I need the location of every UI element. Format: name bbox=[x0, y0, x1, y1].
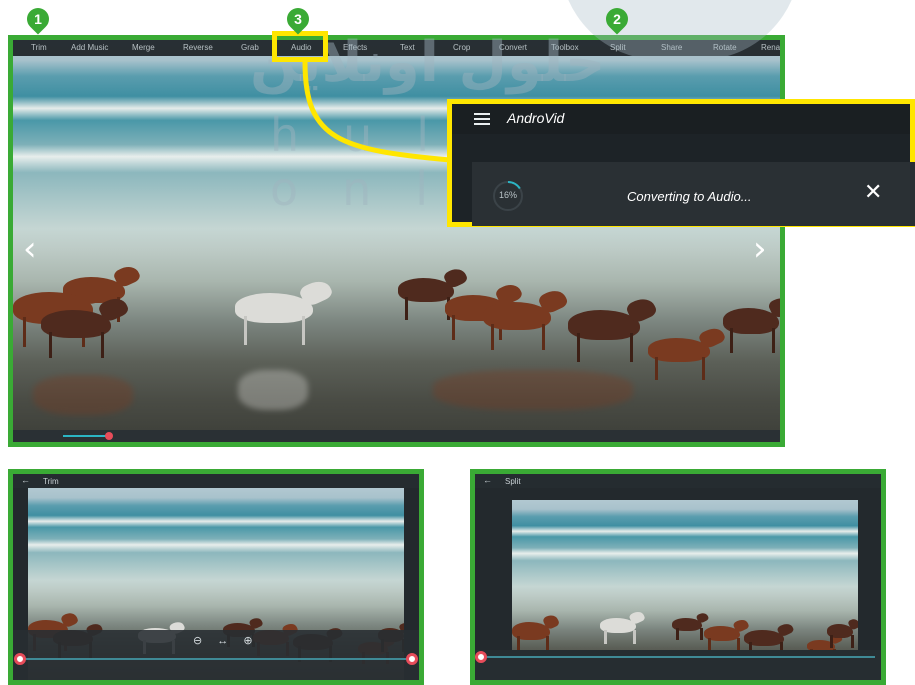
progress-percent: 16% bbox=[498, 190, 517, 200]
close-icon[interactable]: ✕ bbox=[864, 182, 882, 204]
tool-toolbar: Trim Add Music Merge Reverse Grab Audio … bbox=[13, 40, 780, 56]
trim-start-handle[interactable] bbox=[14, 653, 26, 665]
step-badge-2: 2 bbox=[601, 3, 633, 35]
split-screenshot: ← Split bbox=[470, 469, 886, 685]
split-controls bbox=[475, 650, 881, 680]
trim-title: Trim bbox=[43, 477, 59, 486]
tool-crop[interactable]: Crop bbox=[453, 43, 470, 52]
audio-highlight-box bbox=[272, 31, 328, 62]
back-arrow-icon[interactable]: ← bbox=[483, 475, 492, 485]
progress-fill bbox=[63, 435, 107, 437]
split-timeline[interactable] bbox=[475, 656, 875, 658]
zoom-controls[interactable]: ⊖ ↔ ⊕ bbox=[193, 634, 259, 647]
app-name: AndroVid bbox=[507, 110, 565, 126]
split-header: ← Split bbox=[475, 474, 881, 488]
tool-merge[interactable]: Merge bbox=[132, 43, 155, 52]
step-badge-1: 1 bbox=[22, 3, 54, 35]
tool-effects[interactable]: Effects bbox=[343, 43, 367, 52]
trim-header: ← Trim bbox=[13, 474, 419, 488]
trim-timeline[interactable] bbox=[21, 658, 411, 660]
split-position-handle[interactable] bbox=[475, 651, 487, 663]
tool-text[interactable]: Text bbox=[400, 43, 415, 52]
conversion-status: Converting to Audio... bbox=[627, 189, 752, 204]
conversion-popup: AndroVid 16% Converting to Audio... ✕ bbox=[447, 99, 915, 227]
tool-rotate[interactable]: Rotate bbox=[713, 43, 737, 52]
trim-end-handle[interactable] bbox=[406, 653, 418, 665]
back-arrow-icon[interactable]: ← bbox=[21, 475, 30, 485]
main-editor-screenshot: Trim Add Music Merge Reverse Grab Audio … bbox=[8, 35, 785, 447]
tool-toolbox[interactable]: Toolbox bbox=[551, 43, 579, 52]
tool-share[interactable]: Share bbox=[661, 43, 682, 52]
trim-controls: ⊖ ↔ ⊕ bbox=[13, 630, 419, 680]
next-arrow-icon[interactable]: › bbox=[753, 232, 767, 266]
tool-convert[interactable]: Convert bbox=[499, 43, 527, 52]
playback-progress[interactable] bbox=[13, 430, 780, 442]
prev-arrow-icon[interactable]: ‹ bbox=[23, 232, 37, 266]
menu-icon[interactable] bbox=[474, 113, 490, 125]
tool-split[interactable]: Split bbox=[610, 43, 626, 52]
tool-reverse[interactable]: Reverse bbox=[183, 43, 213, 52]
progress-thumb[interactable] bbox=[105, 432, 113, 440]
app-header: AndroVid bbox=[452, 104, 910, 134]
tool-rename[interactable]: Rena bbox=[761, 43, 780, 52]
split-title: Split bbox=[505, 477, 521, 486]
tool-trim[interactable]: Trim bbox=[31, 43, 47, 52]
conversion-progress-card: 16% Converting to Audio... ✕ bbox=[472, 162, 915, 226]
tool-add-music[interactable]: Add Music bbox=[71, 43, 108, 52]
tool-grab[interactable]: Grab bbox=[241, 43, 259, 52]
step-badge-3: 3 bbox=[282, 3, 314, 35]
trim-screenshot: ← Trim ⊖ ↔ ⊕ bbox=[8, 469, 424, 685]
